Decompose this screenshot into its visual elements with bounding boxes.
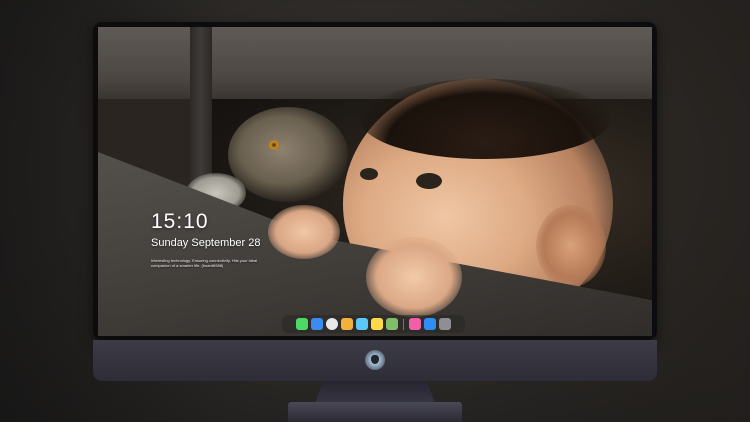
wallpaper-baby-ear <box>536 205 606 287</box>
notes-icon[interactable] <box>371 318 383 330</box>
lockscreen-date: Sunday September 28 <box>151 237 261 249</box>
appstore-icon[interactable] <box>424 318 436 330</box>
brand-logo-icon <box>365 350 385 370</box>
wallpaper-cat <box>228 107 348 202</box>
wallpaper-cat-eye <box>268 140 280 150</box>
music-icon[interactable] <box>409 318 421 330</box>
finder-icon[interactable] <box>311 318 323 330</box>
wallpaper-baby-eye-left <box>360 168 378 180</box>
clock-icon[interactable] <box>326 318 338 330</box>
lockscreen-clock: 15:10 <box>151 210 209 233</box>
wallpaper-baby-eye-right <box>416 173 442 189</box>
monitor-stand-base <box>288 402 462 422</box>
monitor-screen: 15:10 Sunday September 28 Interesting te… <box>98 27 652 336</box>
settings-icon[interactable] <box>439 318 451 330</box>
preview-icon[interactable] <box>386 318 398 330</box>
photos-icon[interactable] <box>341 318 353 330</box>
lockscreen-tagline: Interesting technology. Ensuring connect… <box>151 258 258 268</box>
brand-logo-mark <box>371 355 379 364</box>
dock-separator <box>403 318 404 330</box>
wallpaper-baby-hair <box>360 79 610 159</box>
video-icon[interactable] <box>356 318 368 330</box>
dock <box>282 315 465 333</box>
wallpaper-baby-hand-left <box>268 205 340 259</box>
wallpaper-baby-hand-right <box>366 237 462 317</box>
messages-icon[interactable] <box>296 318 308 330</box>
wallpaper-beam <box>98 27 652 99</box>
